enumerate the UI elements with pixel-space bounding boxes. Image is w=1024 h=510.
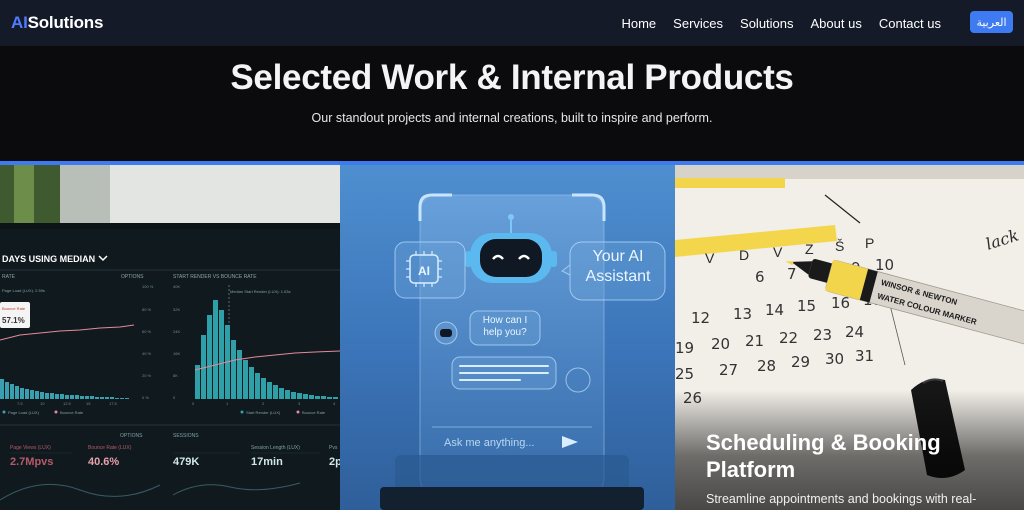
chat-question-bubble: How can I help you? bbox=[482, 315, 528, 338]
nav-link-contact-us[interactable]: Contact us bbox=[879, 16, 941, 31]
svg-text:15: 15 bbox=[797, 297, 816, 315]
project-card-analytics[interactable]: DAYS USING MEDIAN RATE OPTIONS Page Load… bbox=[0, 165, 340, 510]
card-description: Streamline appointments and bookings wit… bbox=[706, 492, 977, 506]
nav-link-services[interactable]: Services bbox=[673, 16, 723, 31]
svg-text:Bounce Rate: Bounce Rate bbox=[302, 410, 326, 415]
svg-text:6: 6 bbox=[755, 268, 765, 286]
svg-text:12: 12 bbox=[691, 309, 710, 327]
svg-text:29: 29 bbox=[791, 353, 810, 371]
svg-text:Session Length (LUX): Session Length (LUX) bbox=[251, 445, 300, 451]
svg-text:15: 15 bbox=[86, 401, 91, 406]
svg-text:27: 27 bbox=[719, 361, 738, 379]
svg-text:28: 28 bbox=[757, 357, 776, 375]
svg-text:20: 20 bbox=[711, 335, 730, 353]
svg-text:Page Views (LUX): Page Views (LUX) bbox=[10, 445, 51, 451]
svg-text:V: V bbox=[773, 244, 783, 260]
project-cards: DAYS USING MEDIAN RATE OPTIONS Page Load… bbox=[0, 165, 1024, 510]
dashboard-header: DAYS USING MEDIAN bbox=[2, 254, 95, 264]
svg-text:D: D bbox=[739, 247, 749, 263]
section-header: Selected Work & Internal Products Our st… bbox=[0, 46, 1024, 161]
svg-text:21: 21 bbox=[745, 332, 764, 350]
svg-text:31: 31 bbox=[855, 347, 874, 365]
analytics-dashboard-image: DAYS USING MEDIAN RATE OPTIONS Page Load… bbox=[0, 165, 340, 510]
svg-text:P: P bbox=[865, 235, 874, 251]
svg-text:Start Render (LUX): Start Render (LUX) bbox=[246, 410, 281, 415]
svg-text:Z: Z bbox=[805, 241, 814, 257]
logo-ai-text: AI bbox=[11, 13, 28, 32]
svg-text:SESSIONS: SESSIONS bbox=[173, 433, 199, 439]
nav-link-home[interactable]: Home bbox=[621, 16, 656, 31]
svg-text:80 %: 80 % bbox=[142, 307, 152, 312]
svg-text:V: V bbox=[705, 250, 715, 266]
card-title: Scheduling & Booking Platform bbox=[706, 430, 941, 482]
svg-text:23: 23 bbox=[813, 326, 832, 344]
svg-text:24: 24 bbox=[845, 323, 864, 341]
tooltip-value: 57.1% bbox=[2, 316, 25, 325]
svg-text:60 %: 60 % bbox=[142, 329, 152, 334]
ai-assistant-image: AI Your AI Assistant How can I help you? bbox=[380, 193, 666, 510]
svg-text:Median Start Render (LUX): 1.0: Median Start Render (LUX): 1.03s bbox=[230, 289, 290, 294]
svg-text:16K: 16K bbox=[173, 351, 180, 356]
top-navbar: AISolutions Home Services Solutions Abou… bbox=[0, 0, 1024, 46]
svg-text:Bounce Rate: Bounce Rate bbox=[60, 410, 84, 415]
metric-sessions: 479K bbox=[173, 456, 199, 468]
section-title: Selected Work & Internal Products bbox=[230, 58, 794, 97]
svg-text:START RENDER VS BOUNCE RATE: START RENDER VS BOUNCE RATE bbox=[173, 274, 257, 280]
svg-text:25: 25 bbox=[675, 365, 694, 383]
svg-text:Bounce Rate (LUX): Bounce Rate (LUX) bbox=[88, 445, 132, 451]
nav-link-about-us[interactable]: About us bbox=[811, 16, 862, 31]
svg-text:Bounce Rate: Bounce Rate bbox=[2, 306, 26, 311]
svg-text:Š: Š bbox=[835, 238, 844, 254]
svg-text:13: 13 bbox=[733, 305, 752, 323]
svg-text:14: 14 bbox=[765, 301, 784, 319]
svg-text:Pvs: Pvs bbox=[329, 445, 338, 451]
nav-link-solutions[interactable]: Solutions bbox=[740, 16, 793, 31]
svg-text:40 %: 40 % bbox=[142, 351, 152, 356]
chat-input-placeholder: Ask me anything... bbox=[444, 437, 535, 449]
svg-text:32K: 32K bbox=[173, 307, 180, 312]
svg-text:8K: 8K bbox=[173, 373, 178, 378]
metric-session-length: 17min bbox=[251, 456, 283, 468]
svg-text:2p: 2p bbox=[329, 456, 340, 468]
project-card-scheduling[interactable]: V D V Z Š P 6 7 8 9 10 12 13 14 15 16 17 bbox=[675, 165, 1024, 510]
svg-text:OPTIONS: OPTIONS bbox=[120, 433, 143, 439]
svg-text:7: 7 bbox=[787, 265, 797, 283]
svg-text:OPTIONS: OPTIONS bbox=[121, 274, 144, 280]
svg-text:40K: 40K bbox=[173, 284, 180, 289]
svg-text:12.5: 12.5 bbox=[63, 401, 72, 406]
svg-text:Page Load (LUX): Page Load (LUX) bbox=[8, 410, 40, 415]
svg-text:Page Load (LUX): 2.59s: Page Load (LUX): 2.59s bbox=[2, 288, 45, 293]
language-toggle-button[interactable]: العربية bbox=[970, 11, 1013, 33]
main-menu: Home Services Solutions About us Contact… bbox=[604, 0, 941, 46]
section-subtitle: Our standout projects and internal creat… bbox=[311, 111, 713, 125]
svg-text:7.5: 7.5 bbox=[17, 401, 23, 406]
svg-text:100 %: 100 % bbox=[142, 284, 154, 289]
brand-logo[interactable]: AISolutions bbox=[11, 13, 103, 33]
project-card-ai-assistant[interactable]: AI Your AI Assistant How can I help you? bbox=[340, 165, 675, 510]
svg-text:RATE: RATE bbox=[2, 274, 16, 280]
svg-text:19: 19 bbox=[675, 339, 694, 357]
svg-text:10: 10 bbox=[40, 401, 45, 406]
svg-text:30: 30 bbox=[825, 350, 844, 368]
ai-assistant-bubble: Your AI Assistant bbox=[585, 248, 651, 285]
svg-text:17.5: 17.5 bbox=[109, 401, 118, 406]
ai-chip-label: AI bbox=[418, 264, 430, 278]
metric-bounce-rate: 40.6% bbox=[88, 456, 119, 468]
logo-solutions-text: Solutions bbox=[27, 13, 104, 32]
svg-text:0 %: 0 % bbox=[142, 395, 149, 400]
svg-text:24K: 24K bbox=[173, 329, 180, 334]
svg-text:20 %: 20 % bbox=[142, 373, 152, 378]
metric-page-views: 2.7Mpvs bbox=[10, 456, 53, 468]
svg-text:22: 22 bbox=[779, 329, 798, 347]
